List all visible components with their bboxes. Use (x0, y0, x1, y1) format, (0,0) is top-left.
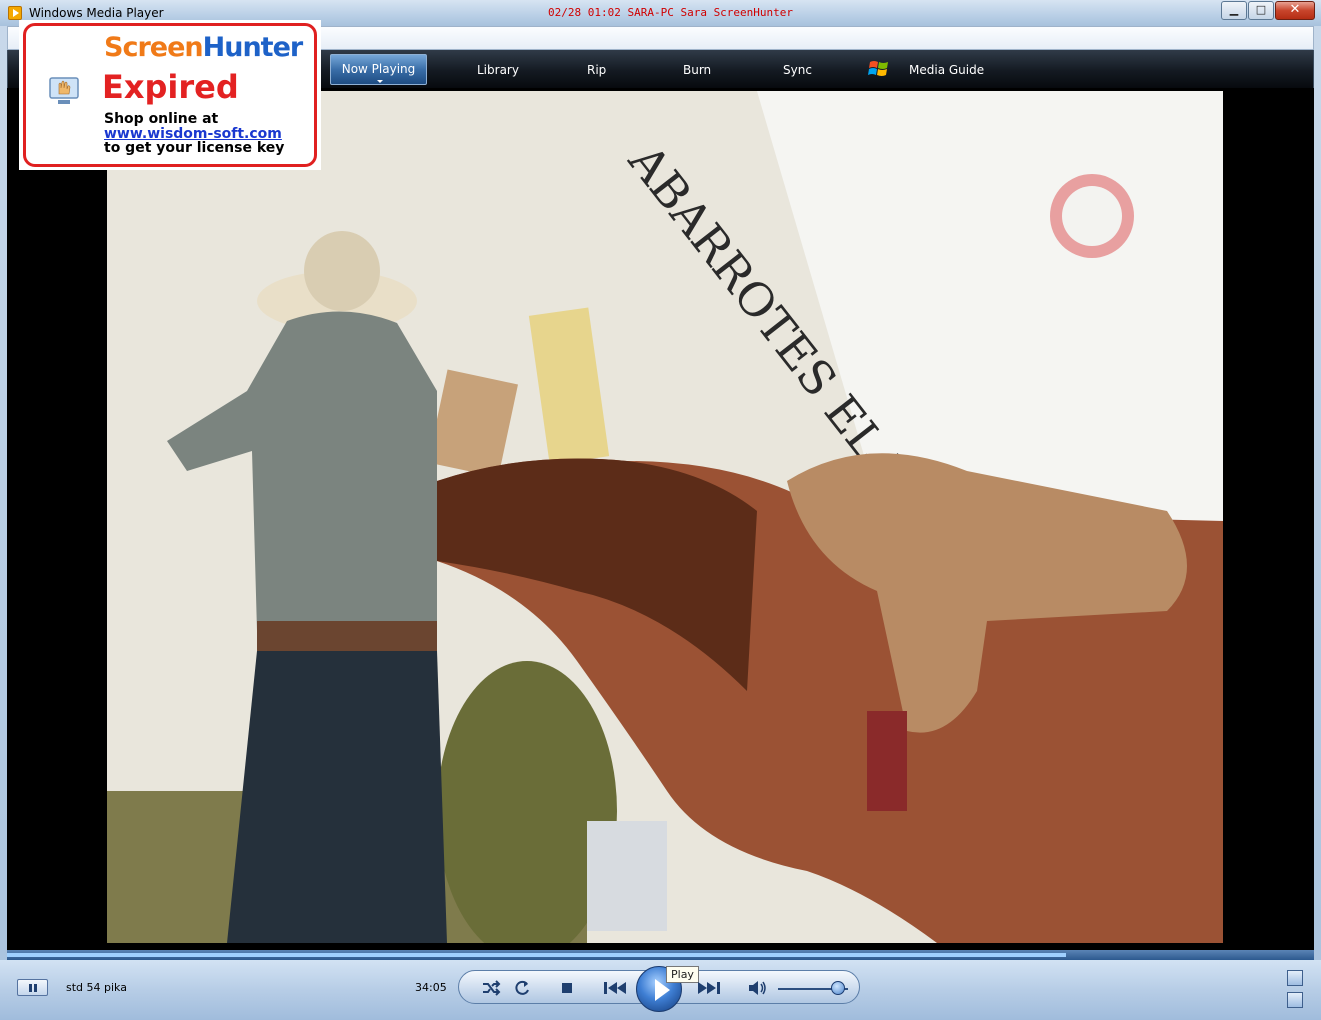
elapsed-time: 34:05 (415, 981, 447, 994)
switch-to-library-button[interactable] (1287, 970, 1303, 986)
close-icon: ✕ (1289, 2, 1301, 17)
maximize-button[interactable]: □ (1248, 1, 1274, 20)
video-scene: ABARROTES EL TRIUNFO (107, 91, 1223, 943)
minimize-button[interactable]: ▁ (1221, 1, 1247, 20)
watermark-brand: ScreenHunter (104, 32, 304, 63)
volume-slider-handle[interactable] (830, 981, 845, 995)
pause-view-button[interactable] (17, 979, 48, 996)
minimize-icon: ▁ (1229, 3, 1239, 16)
tab-burn[interactable]: Burn (683, 63, 711, 77)
track-title: std 54 pika (66, 981, 127, 994)
next-track-icon[interactable] (694, 978, 724, 998)
close-button[interactable]: ✕ (1275, 1, 1315, 20)
watermark-brand-hunter: Hunter (202, 32, 304, 63)
watermark-brand-screen: Screen (104, 32, 204, 63)
control-bar: std 54 pika 34:05 Play (0, 960, 1321, 1020)
media-player-icon (8, 6, 22, 20)
capture-overlay-text: 02/28 01:02 SARA-PC Sara ScreenHunter (548, 6, 794, 19)
watermark-frame: ScreenHunter Expired Shop online at www.… (23, 23, 317, 167)
stop-icon[interactable] (556, 978, 578, 998)
tab-library[interactable]: Library (477, 63, 519, 77)
media-player-window: Windows Media Player 02/28 01:02 SARA-PC… (0, 0, 1321, 1020)
video-area[interactable]: ABARROTES EL TRIUNFO (7, 88, 1314, 950)
speaker-icon[interactable] (746, 978, 768, 998)
watermark-line3: to get your license key (104, 140, 285, 156)
tab-now-playing-label: Now Playing (341, 62, 416, 76)
windows-logo-icon (868, 61, 888, 76)
tab-media-guide[interactable]: Media Guide (909, 63, 984, 77)
chevron-down-icon (377, 80, 383, 83)
maximize-icon: □ (1255, 3, 1267, 16)
repeat-icon[interactable] (511, 978, 533, 998)
screenhunter-watermark: ScreenHunter Expired Shop online at www.… (19, 20, 321, 170)
window-title: Windows Media Player (29, 6, 164, 20)
tab-rip[interactable]: Rip (587, 63, 606, 77)
tab-sync[interactable]: Sync (783, 63, 812, 77)
seek-bar[interactable] (7, 950, 1314, 960)
watermark-line1: Shop online at (104, 111, 219, 127)
watermark-expired: Expired (102, 68, 239, 106)
fullscreen-button[interactable] (1287, 992, 1303, 1008)
video-frame[interactable]: ABARROTES EL TRIUNFO (107, 91, 1223, 943)
seek-progress (7, 953, 1066, 957)
shuffle-icon[interactable] (480, 978, 502, 998)
screenhunter-logo-icon (49, 77, 79, 104)
tab-now-playing[interactable]: Now Playing (330, 54, 427, 85)
previous-track-icon[interactable] (600, 978, 630, 998)
